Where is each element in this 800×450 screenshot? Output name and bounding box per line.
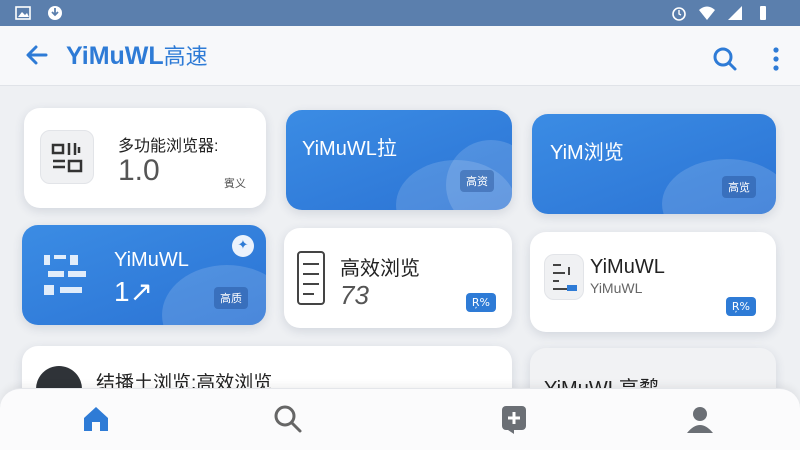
card-blue-3[interactable]: YiMuWL 1↗ 高质 ✦ — [22, 225, 266, 325]
status-bar — [0, 0, 800, 26]
download-notification-icon — [48, 6, 62, 20]
card-title: YiMuWL — [590, 256, 665, 278]
card-title: YiM浏览 — [550, 142, 624, 164]
card-value: 73 — [340, 280, 369, 310]
card-title: YiMuWL拉 — [302, 138, 397, 160]
card-tag: Ŗ% — [465, 293, 496, 312]
card-tag: 賓义 — [224, 177, 246, 190]
card-blue-2[interactable]: YiM浏览 高览 — [532, 114, 776, 214]
image-notification-icon — [15, 6, 31, 20]
card-title: YiMuWL — [114, 249, 189, 271]
signal-icon — [728, 6, 742, 20]
app-title-suffix: 高速 — [163, 44, 208, 69]
card-value: 1.0 — [118, 154, 160, 187]
wifi-icon — [699, 6, 715, 20]
bottom-navigation — [0, 388, 800, 450]
arrow-left-icon[interactable] — [22, 40, 52, 70]
profile-icon[interactable] — [684, 403, 716, 435]
card-title: 高效浏览 — [340, 258, 420, 280]
add-icon[interactable] — [498, 403, 530, 435]
app-bar: YiMuWL高速 — [0, 26, 800, 86]
sparkle-icon: ✦ — [232, 235, 254, 257]
search-icon[interactable] — [712, 46, 738, 72]
search-icon[interactable] — [272, 403, 304, 435]
stat-icon — [297, 251, 325, 305]
app-title-text: YiMuWL — [66, 42, 164, 70]
card-tag: 高览 — [722, 176, 756, 198]
card-blue-1[interactable]: YiMuWL拉 高资 — [286, 110, 512, 210]
app-logo-icon — [40, 130, 94, 184]
card-tag: Ŗ% — [725, 297, 756, 316]
card-yimuwl[interactable]: YiMuWL YiMuWL Ŗ% — [530, 232, 776, 332]
card-subtitle: YiMuWL — [590, 280, 643, 296]
app-logo-icon — [44, 255, 86, 295]
card-label: 多功能浏览器: — [118, 138, 219, 155]
alarm-icon — [672, 7, 686, 21]
card-efficient-browsing[interactable]: 高效浏览 73 Ŗ% — [284, 228, 512, 328]
card-value: 1↗ — [114, 276, 154, 307]
app-logo-icon — [544, 254, 584, 300]
card-tag: 高资 — [460, 170, 494, 192]
home-icon[interactable] — [80, 403, 112, 435]
cloud-decoration — [662, 159, 776, 214]
card-version[interactable]: 多功能浏览器: 1.0 賓义 — [24, 108, 266, 208]
card-tag: 高质 — [214, 287, 248, 309]
page-title: YiMuWL高速 — [66, 39, 208, 71]
battery-icon — [760, 6, 766, 20]
more-vert-icon[interactable] — [770, 46, 782, 72]
